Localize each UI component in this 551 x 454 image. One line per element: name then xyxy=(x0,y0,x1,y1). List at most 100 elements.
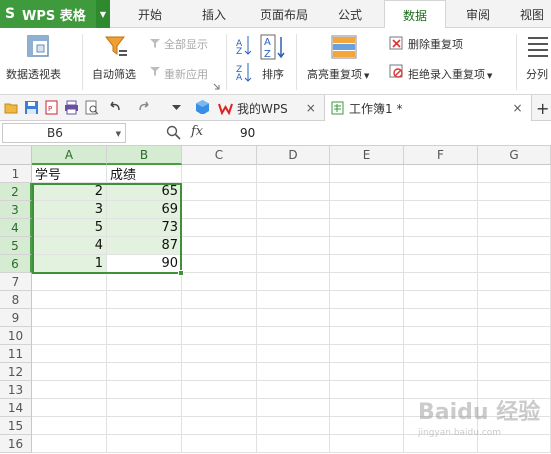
new-tab-button[interactable]: + xyxy=(536,95,551,121)
empty-cell[interactable] xyxy=(330,417,404,435)
reject-duplicates-button[interactable]: 拒绝录入重复项 ▼ xyxy=(408,66,492,82)
empty-cell[interactable] xyxy=(478,165,551,183)
empty-cell[interactable] xyxy=(257,165,330,183)
row-header[interactable]: 10 xyxy=(0,327,32,345)
active-cell[interactable]: 90 xyxy=(107,255,182,273)
reject-duplicates-icon[interactable] xyxy=(389,64,403,78)
empty-cell[interactable] xyxy=(107,435,182,453)
empty-cell[interactable] xyxy=(32,273,107,291)
empty-cell[interactable] xyxy=(257,309,330,327)
row-header[interactable]: 7 xyxy=(0,273,32,291)
app-menu-button[interactable]: S WPS 表格 ▼ xyxy=(0,0,110,28)
dialog-launcher-icon[interactable] xyxy=(213,83,220,90)
empty-cell[interactable] xyxy=(257,399,330,417)
select-all-corner[interactable] xyxy=(0,146,32,165)
row-header[interactable]: 5 xyxy=(0,237,32,255)
empty-cell[interactable] xyxy=(478,183,551,201)
empty-cell[interactable] xyxy=(257,291,330,309)
split-columns-icon[interactable] xyxy=(527,35,549,59)
table-cell[interactable]: 87 xyxy=(107,237,182,255)
row-header[interactable]: 4 xyxy=(0,219,32,237)
tab-review[interactable]: 审阅 xyxy=(452,0,504,28)
empty-cell[interactable] xyxy=(107,417,182,435)
row-header[interactable]: 14 xyxy=(0,399,32,417)
tab-insert[interactable]: 插入 xyxy=(190,0,238,28)
tab-page-layout[interactable]: 页面布局 xyxy=(252,0,316,28)
print-preview-icon[interactable] xyxy=(84,100,99,115)
empty-cell[interactable] xyxy=(182,417,257,435)
export-pdf-icon[interactable]: P xyxy=(44,100,59,115)
empty-cell[interactable] xyxy=(257,363,330,381)
undo-icon[interactable] xyxy=(107,100,122,115)
empty-cell[interactable] xyxy=(404,165,478,183)
table-cell[interactable]: 3 xyxy=(32,201,107,219)
chevron-down-icon[interactable]: ▼ xyxy=(116,130,121,138)
empty-cell[interactable] xyxy=(182,327,257,345)
tab-home[interactable]: 开始 xyxy=(126,0,174,28)
empty-cell[interactable] xyxy=(330,327,404,345)
remove-duplicates-button[interactable]: 删除重复项 xyxy=(408,36,463,52)
empty-cell[interactable] xyxy=(257,219,330,237)
empty-cell[interactable] xyxy=(257,201,330,219)
empty-cell[interactable] xyxy=(330,255,404,273)
empty-cell[interactable] xyxy=(182,345,257,363)
close-icon[interactable]: × xyxy=(306,101,316,115)
redo-icon[interactable] xyxy=(137,100,152,115)
empty-cell[interactable] xyxy=(478,219,551,237)
empty-cell[interactable] xyxy=(404,183,478,201)
sort-button[interactable]: 排序 xyxy=(262,66,284,82)
table-cell[interactable]: 5 xyxy=(32,219,107,237)
empty-cell[interactable] xyxy=(330,165,404,183)
empty-cell[interactable] xyxy=(478,201,551,219)
empty-cell[interactable] xyxy=(404,255,478,273)
row-header[interactable]: 16 xyxy=(0,435,32,453)
show-all-button[interactable]: 全部显示 xyxy=(164,36,208,52)
row-header[interactable]: 11 xyxy=(0,345,32,363)
formula-input[interactable]: 90 xyxy=(240,126,255,140)
empty-cell[interactable] xyxy=(330,201,404,219)
table-cell[interactable]: 4 xyxy=(32,237,107,255)
empty-cell[interactable] xyxy=(404,327,478,345)
empty-cell[interactable] xyxy=(404,237,478,255)
empty-cell[interactable] xyxy=(330,381,404,399)
column-header-c[interactable]: C xyxy=(182,146,257,165)
split-columns-button[interactable]: 分列 xyxy=(526,66,548,82)
empty-cell[interactable] xyxy=(330,399,404,417)
row-header[interactable]: 8 xyxy=(0,291,32,309)
empty-cell[interactable] xyxy=(107,291,182,309)
empty-cell[interactable] xyxy=(257,183,330,201)
empty-cell[interactable] xyxy=(257,273,330,291)
empty-cell[interactable] xyxy=(32,417,107,435)
empty-cell[interactable] xyxy=(32,363,107,381)
doc-tab-workbook[interactable]: 工作簿1 * × xyxy=(324,95,532,121)
empty-cell[interactable] xyxy=(257,237,330,255)
empty-cell[interactable] xyxy=(182,165,257,183)
sort-icon[interactable]: A Z xyxy=(260,34,286,60)
filter-icon[interactable] xyxy=(104,34,128,58)
empty-cell[interactable] xyxy=(330,183,404,201)
remove-duplicates-icon[interactable] xyxy=(389,36,403,50)
insert-function-button[interactable]: fx xyxy=(191,124,203,139)
row-header[interactable]: 3 xyxy=(0,201,32,219)
column-header-g[interactable]: G xyxy=(478,146,551,165)
empty-cell[interactable] xyxy=(330,273,404,291)
empty-cell[interactable] xyxy=(257,417,330,435)
empty-cell[interactable] xyxy=(182,237,257,255)
empty-cell[interactable] xyxy=(107,327,182,345)
column-header-f[interactable]: F xyxy=(404,146,478,165)
customize-toolbar-icon[interactable] xyxy=(169,100,184,115)
table-cell[interactable]: 1 xyxy=(32,255,107,273)
pivot-table-icon[interactable] xyxy=(27,35,49,57)
empty-cell[interactable] xyxy=(32,291,107,309)
wps-cloud-icon[interactable] xyxy=(194,99,209,114)
empty-cell[interactable] xyxy=(107,309,182,327)
tab-formulas[interactable]: 公式 xyxy=(326,0,374,28)
row-header[interactable]: 15 xyxy=(0,417,32,435)
empty-cell[interactable] xyxy=(182,291,257,309)
empty-cell[interactable] xyxy=(257,345,330,363)
row-header[interactable]: 13 xyxy=(0,381,32,399)
empty-cell[interactable] xyxy=(330,237,404,255)
save-icon[interactable] xyxy=(24,100,39,115)
name-box[interactable]: B6 ▼ xyxy=(2,123,126,143)
close-icon[interactable]: × xyxy=(512,101,522,115)
